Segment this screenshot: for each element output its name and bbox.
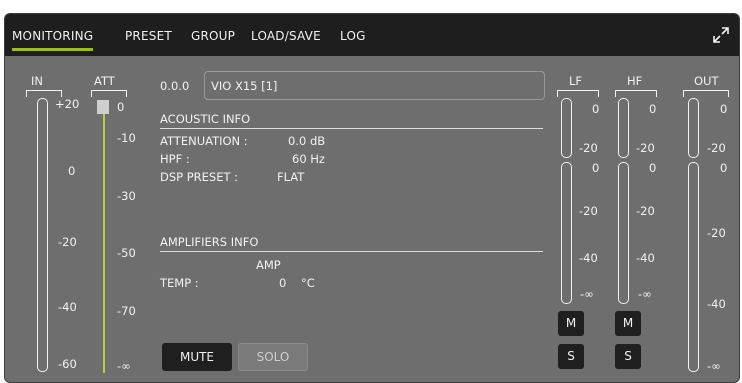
out-tick: -40	[707, 297, 726, 311]
lf-solo-button[interactable]: S	[558, 344, 584, 369]
hf-limiter-meter	[618, 98, 629, 158]
lf-tick: -∞	[580, 287, 594, 301]
att-fader-handle[interactable]	[97, 100, 109, 114]
tab-load-save[interactable]: LOAD/SAVE	[251, 29, 321, 43]
hf-tick: 0	[649, 161, 657, 175]
hf-tick: -20	[636, 204, 655, 218]
temp-label: TEMP :	[160, 276, 199, 290]
hpf-value: 60 Hz	[292, 152, 325, 166]
acoustic-divider	[160, 128, 543, 129]
mute-button[interactable]: MUTE	[162, 343, 232, 371]
device-address: 0.0.0	[160, 79, 190, 93]
att-tick: -10	[117, 131, 136, 145]
in-tick: +20	[55, 97, 80, 111]
lf-mute-button[interactable]: M	[558, 311, 584, 336]
out-meter-label: OUT	[694, 74, 719, 88]
lf-tick: -20	[579, 204, 598, 218]
lf-tick: -20	[579, 141, 598, 155]
hf-tick: 0	[649, 102, 657, 116]
out-tick: -∞	[707, 359, 721, 373]
monitoring-window: MONITORING PRESET GROUP LOAD/SAVE LOG IN…	[4, 13, 740, 383]
att-fader-track[interactable]	[103, 111, 105, 373]
in-tick: 0	[68, 164, 76, 178]
in-tick: -20	[58, 235, 77, 249]
att-fader-label: ATT	[94, 74, 115, 88]
amp-column-header: AMP	[256, 258, 281, 272]
out-limiter-meter	[688, 98, 699, 158]
hf-tick: -20	[636, 141, 655, 155]
tab-log[interactable]: LOG	[340, 29, 366, 43]
lf-bracket	[557, 90, 599, 97]
lf-meter-label: LF	[569, 74, 583, 88]
in-bracket	[26, 90, 62, 97]
att-tick: -70	[117, 304, 136, 318]
dsp-preset-value: FLAT	[277, 170, 305, 184]
dsp-preset-label: DSP PRESET :	[160, 170, 239, 184]
hf-level-meter	[618, 162, 629, 304]
hf-meter-label: HF	[627, 74, 643, 88]
att-tick: -∞	[117, 359, 131, 373]
device-name-value: VIO X15 [1]	[211, 79, 278, 93]
hf-solo-button[interactable]: S	[615, 344, 641, 369]
device-name-field[interactable]: VIO X15 [1]	[204, 71, 545, 100]
acoustic-info-heading: ACOUSTIC INFO	[160, 112, 251, 126]
out-tick: -20	[707, 141, 726, 155]
tab-monitoring[interactable]: MONITORING	[12, 29, 94, 51]
hf-mute-button[interactable]: M	[615, 311, 641, 336]
solo-button[interactable]: SOLO	[238, 343, 308, 371]
tab-group[interactable]: GROUP	[191, 29, 235, 43]
amplifiers-divider	[160, 251, 543, 252]
lf-tick: -40	[579, 251, 598, 265]
lf-tick: 0	[592, 102, 600, 116]
tab-bar: MONITORING PRESET GROUP LOAD/SAVE LOG	[5, 14, 739, 56]
attenuation-value: 0.0 dB	[288, 134, 326, 148]
temp-value: 0	[279, 276, 287, 290]
attenuation-label: ATTENUATION :	[160, 134, 248, 148]
in-tick: -40	[58, 300, 77, 314]
expand-icon[interactable]	[713, 27, 729, 43]
hf-tick: -∞	[638, 287, 652, 301]
out-level-meter	[688, 162, 699, 372]
hpf-label: HPF :	[160, 152, 190, 166]
tab-preset[interactable]: PRESET	[125, 29, 172, 43]
in-meter-label: IN	[31, 74, 43, 88]
out-tick: 0	[720, 161, 728, 175]
temp-unit: °C	[301, 276, 315, 290]
out-bracket	[683, 90, 729, 97]
amplifiers-info-heading: AMPLIFIERS INFO	[160, 235, 259, 249]
in-tick: -60	[58, 357, 77, 371]
att-tick: -50	[117, 246, 136, 260]
out-tick: 0	[720, 102, 728, 116]
out-tick: -20	[707, 226, 726, 240]
att-bracket	[91, 90, 127, 97]
in-level-meter	[37, 98, 48, 372]
lf-tick: 0	[592, 161, 600, 175]
att-tick: 0	[117, 100, 125, 114]
hf-tick: -40	[636, 251, 655, 265]
lf-level-meter	[561, 162, 572, 304]
lf-limiter-meter	[561, 98, 572, 158]
hf-bracket	[615, 90, 657, 97]
att-tick: -30	[117, 189, 136, 203]
